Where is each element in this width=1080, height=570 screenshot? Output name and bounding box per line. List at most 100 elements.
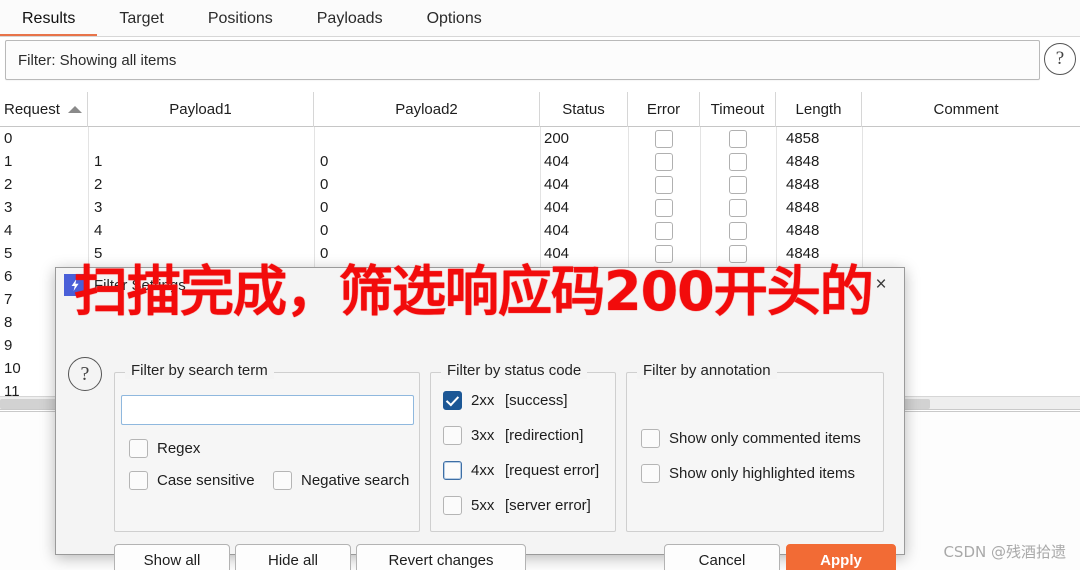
- status-3xx-row[interactable]: 3xx [redirection]: [443, 426, 583, 445]
- filter-bar[interactable]: Filter: Showing all items: [5, 40, 1040, 80]
- timeout-checkbox[interactable]: [729, 244, 747, 263]
- dialog-title-bar[interactable]: Filter Settings ×: [56, 268, 904, 302]
- timeout-checkbox[interactable]: [729, 221, 747, 240]
- case-sensitive-checkbox[interactable]: [129, 471, 148, 490]
- column-label: Payload1: [169, 101, 232, 118]
- show-only-commented-row[interactable]: Show only commented items: [641, 429, 861, 448]
- cell-comment: [862, 127, 1070, 150]
- filter-bar-area: Filter: Showing all items: [0, 39, 1080, 89]
- burp-intruder-window: Results Target Positions Payloads Option…: [0, 0, 1080, 570]
- tab-positions[interactable]: Positions: [186, 0, 295, 37]
- filter-by-status-code-group: Filter by status code 2xx [success] 3xx …: [430, 362, 616, 532]
- column-label: Status: [562, 101, 605, 118]
- filter-bar-label: Filter: Showing all items: [18, 51, 177, 69]
- column-header-status[interactable]: Status: [540, 92, 628, 127]
- cell-payload2: 0: [320, 245, 329, 262]
- show-all-button[interactable]: Show all: [114, 544, 230, 570]
- table-row[interactable]: 2 2 0 404 4848: [0, 173, 1080, 196]
- timeout-checkbox[interactable]: [729, 129, 747, 148]
- regex-checkbox[interactable]: [129, 439, 148, 458]
- error-checkbox[interactable]: [655, 129, 673, 148]
- cell-request: 5: [4, 245, 13, 262]
- button-label: Hide all: [267, 551, 319, 569]
- cell-comment: [862, 196, 1070, 219]
- button-label: Apply: [820, 551, 862, 569]
- cell-length: 4848: [786, 245, 820, 262]
- show-only-highlighted-checkbox[interactable]: [641, 464, 660, 483]
- cell-error: [628, 173, 700, 196]
- show-only-highlighted-row[interactable]: Show only highlighted items: [641, 464, 855, 483]
- show-only-commented-checkbox[interactable]: [641, 429, 660, 448]
- cell-comment: [862, 242, 1070, 265]
- column-header-timeout[interactable]: Timeout: [700, 92, 776, 127]
- tab-label: Options: [426, 9, 482, 27]
- apply-button[interactable]: Apply: [786, 544, 896, 570]
- negative-search-checkbox-row[interactable]: Negative search: [273, 471, 409, 490]
- cell-length: 4848: [786, 176, 820, 193]
- tab-results[interactable]: Results: [0, 0, 98, 37]
- status-4xx-checkbox[interactable]: [443, 461, 462, 480]
- revert-changes-button[interactable]: Revert changes: [356, 544, 526, 570]
- close-icon[interactable]: ×: [871, 274, 891, 295]
- dialog-help-icon[interactable]: ?: [68, 357, 102, 391]
- cell-request: 4: [4, 222, 13, 239]
- table-row[interactable]: 5 5 0 404 4848: [0, 242, 1080, 265]
- hide-all-button[interactable]: Hide all: [235, 544, 351, 570]
- table-row[interactable]: 4 4 0 404 4848: [0, 219, 1080, 242]
- table-row[interactable]: 1 1 0 404 4848: [0, 150, 1080, 173]
- status-2xx-row[interactable]: 2xx [success]: [443, 391, 568, 410]
- status-2xx-checkbox[interactable]: [443, 391, 462, 410]
- cell-error: [628, 150, 700, 173]
- status-4xx-code: 4xx: [471, 462, 495, 479]
- column-header-length[interactable]: Length: [776, 92, 862, 127]
- tab-options[interactable]: Options: [405, 0, 504, 37]
- watermark: CSDN @残酒拾遗: [943, 543, 1066, 561]
- error-checkbox[interactable]: [655, 175, 673, 194]
- status-5xx-checkbox[interactable]: [443, 496, 462, 515]
- column-header-error[interactable]: Error: [628, 92, 700, 127]
- help-icon[interactable]: ?: [1044, 43, 1076, 75]
- cell-payload1: 4: [94, 222, 103, 239]
- error-checkbox[interactable]: [655, 221, 673, 240]
- status-3xx-checkbox[interactable]: [443, 426, 462, 445]
- status-4xx-row[interactable]: 4xx [request error]: [443, 461, 599, 480]
- column-label: Length: [795, 101, 842, 118]
- column-header-payload2[interactable]: Payload2: [314, 92, 540, 127]
- cell-request: 1: [4, 153, 13, 170]
- error-checkbox[interactable]: [655, 198, 673, 217]
- cancel-button[interactable]: Cancel: [664, 544, 780, 570]
- cell-request: 2: [4, 176, 13, 193]
- negative-search-label: Negative search: [301, 472, 410, 489]
- cell-payload1: 2: [94, 176, 103, 193]
- table-row[interactable]: 3 3 0 404 4848: [0, 196, 1080, 219]
- button-label: Cancel: [698, 551, 746, 569]
- negative-search-checkbox[interactable]: [273, 471, 292, 490]
- case-sensitive-checkbox-row[interactable]: Case sensitive: [129, 471, 255, 490]
- tab-target[interactable]: Target: [97, 0, 185, 37]
- cell-length: 4848: [786, 222, 820, 239]
- regex-checkbox-row[interactable]: Regex: [129, 439, 200, 458]
- error-checkbox[interactable]: [655, 152, 673, 171]
- cell-payload2: 0: [320, 176, 329, 193]
- status-5xx-code: 5xx: [471, 497, 495, 514]
- status-5xx-row[interactable]: 5xx [server error]: [443, 496, 591, 515]
- column-header-request[interactable]: Request: [0, 92, 88, 127]
- timeout-checkbox[interactable]: [729, 198, 747, 217]
- cell-length: 4858: [786, 130, 820, 147]
- column-header-payload1[interactable]: Payload1: [88, 92, 314, 127]
- table-header-row: Request Payload1 Payload2 Status Error T…: [0, 92, 1080, 127]
- table-row[interactable]: 0 200 4858: [0, 127, 1080, 150]
- error-checkbox[interactable]: [655, 244, 673, 263]
- case-sensitive-label: Case sensitive: [157, 472, 255, 489]
- status-2xx-code: 2xx: [471, 392, 495, 409]
- search-term-input[interactable]: [121, 395, 414, 425]
- tab-payloads[interactable]: Payloads: [295, 0, 405, 37]
- cell-payload2: [314, 127, 540, 150]
- cell-payload1: [88, 127, 314, 150]
- timeout-checkbox[interactable]: [729, 175, 747, 194]
- timeout-checkbox[interactable]: [729, 152, 747, 171]
- cell-payload2: 0: [320, 199, 329, 216]
- column-header-comment[interactable]: Comment: [862, 92, 1070, 127]
- group-title: Filter by status code: [441, 362, 588, 379]
- cell-error: [628, 127, 700, 150]
